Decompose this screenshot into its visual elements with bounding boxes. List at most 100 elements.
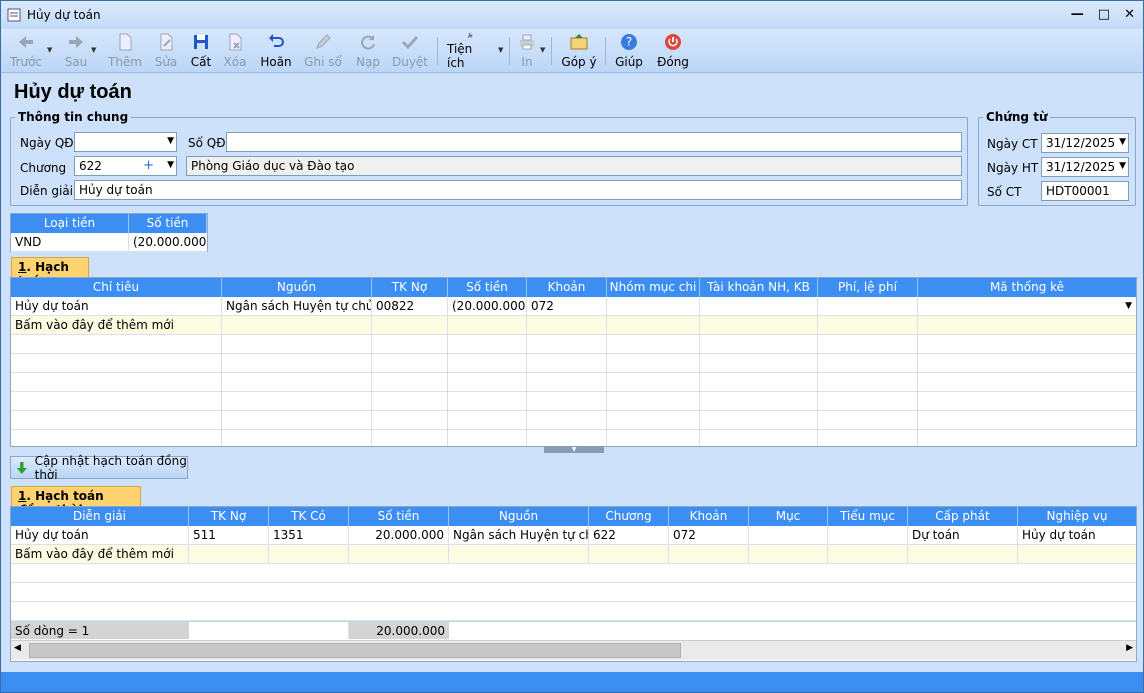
ngay-qd-combo[interactable]: ▼ <box>74 132 177 152</box>
general-info-legend: Thông tin chung <box>18 110 129 124</box>
title-bar: Hủy dự toán — □ ✕ <box>1 1 1143 29</box>
so-ct-field[interactable]: HDT00001 <box>1041 181 1129 201</box>
table-cell[interactable]: Hủy dự toán <box>1018 526 1136 544</box>
header-cell: Chương <box>589 507 669 526</box>
table-cell[interactable] <box>700 297 818 315</box>
so-qd-field[interactable] <box>226 132 962 152</box>
prev-button[interactable]: Trước <box>9 32 43 70</box>
footer-cell <box>189 622 349 639</box>
table-cell[interactable] <box>818 297 918 315</box>
chevron-down-icon[interactable]: ▼ <box>167 136 174 146</box>
table-cell[interactable]: Hủy dự toán <box>11 526 189 544</box>
update-simultaneous-button[interactable]: Cập nhật hạch toán đồng thời <box>10 454 188 482</box>
delete-button[interactable]: Xóa <box>221 32 249 70</box>
table-cell[interactable]: 1351 <box>269 526 349 544</box>
dien-giai-field[interactable]: Hủy dự toán <box>74 180 962 200</box>
footer-cell <box>449 622 1136 639</box>
ngay-ct-picker[interactable]: 31/12/2025 ▼ <box>1041 133 1129 153</box>
undo-button[interactable]: Hoãn <box>259 32 293 70</box>
delete-label: Xóa <box>223 55 247 69</box>
horizontal-scrollbar[interactable]: ◀ ▶ <box>11 640 1136 660</box>
add-row-label[interactable]: Bấm vào đây để thêm mới <box>11 316 222 334</box>
add-row[interactable]: Bấm vào đây để thêm mới <box>11 316 1136 335</box>
table-row[interactable]: Hủy dự toán Ngân sách Huyện tự chủ 00822… <box>11 297 1136 316</box>
utilities-dropdown-icon[interactable]: ▼ <box>498 46 503 54</box>
header-cell: Tài khoản NH, KB <box>700 278 818 297</box>
table-cell[interactable]: VND <box>11 233 129 251</box>
table-row[interactable]: Hủy dự toán 511 1351 20.000.000 Ngân sác… <box>11 526 1136 545</box>
ngay-ht-picker[interactable]: 31/12/2025 ▼ <box>1041 157 1129 177</box>
add-row-label[interactable]: Bấm vào đây để thêm mới <box>11 545 189 563</box>
tab-hach-toan[interactable]: 1. Hạch toán <box>11 257 89 288</box>
page-title: Hủy dự toán <box>14 81 132 103</box>
scroll-right-icon[interactable]: ▶ <box>1126 643 1133 653</box>
table-cell[interactable] <box>749 526 828 544</box>
table-cell[interactable]: Dự toán <box>908 526 1018 544</box>
edit-label: Sửa <box>154 55 178 69</box>
scrollbar-thumb[interactable] <box>29 643 681 658</box>
printer-icon <box>520 34 534 50</box>
header-cell: Khoản <box>527 278 607 297</box>
chuong-combo[interactable]: 622 + ▼ <box>74 156 177 176</box>
next-dropdown-icon[interactable]: ▼ <box>91 46 96 54</box>
table-cell[interactable]: 20.000.000 <box>349 526 449 544</box>
table-cell[interactable]: Hủy dự toán <box>11 297 222 315</box>
table-cell[interactable]: 00822 <box>372 297 448 315</box>
plus-icon[interactable]: + <box>143 158 154 173</box>
close-button[interactable]: Đóng <box>655 32 691 70</box>
table-cell[interactable]: Ngân sách Huyện tự chủ <box>222 297 372 315</box>
table-cell <box>669 545 749 563</box>
ngay-ct-value: 31/12/2025 <box>1046 136 1116 150</box>
table-cell[interactable] <box>828 526 908 544</box>
post-button[interactable]: Ghi sổ <box>303 32 343 70</box>
footer-total: 20.000.000 <box>349 622 449 639</box>
currency-header-cell: Loại tiền <box>11 214 129 233</box>
chevron-down-icon[interactable]: ▼ <box>167 160 174 170</box>
tab-hach-toan-dong-thoi[interactable]: 1. Hạch toán đồng thời <box>11 486 141 517</box>
table-cell[interactable]: 511 <box>189 526 269 544</box>
reload-button[interactable]: Nạp <box>353 32 383 70</box>
table-cell[interactable]: Ngân sách Huyện tự chủ <box>449 526 589 544</box>
scroll-left-icon[interactable]: ◀ <box>14 643 21 653</box>
ma-thong-ke-combo[interactable]: ▼ <box>918 297 1136 315</box>
table-cell[interactable]: 072 <box>527 297 607 315</box>
print-button[interactable]: In <box>515 32 539 70</box>
feedback-icon <box>570 34 588 50</box>
so-ct-label: Số CT <box>987 185 1022 199</box>
table-cell[interactable]: (20.000.000) <box>448 297 527 315</box>
chevron-down-icon[interactable]: ▼ <box>1119 137 1126 147</box>
edit-document-icon <box>160 33 173 51</box>
save-button[interactable]: Cất <box>187 32 215 70</box>
add-row[interactable]: Bấm vào đây để thêm mới <box>11 545 1136 564</box>
header-cell: TK Nợ <box>189 507 269 526</box>
close-icon[interactable]: ✕ <box>1124 7 1135 22</box>
splitter-handle[interactable]: ▼ <box>544 446 604 453</box>
save-label: Cất <box>190 55 212 69</box>
header-cell: Mã thống kê <box>989 280 1065 294</box>
table-cell[interactable]: 072 <box>669 526 749 544</box>
help-button[interactable]: ? Giúp <box>613 32 645 70</box>
window: Hủy dự toán — □ ✕ Trước ▼ Sau ▼ Thêm Sửa… <box>0 0 1144 693</box>
print-dropdown-icon[interactable]: ▼ <box>540 46 545 54</box>
edit-button[interactable]: Sửa <box>151 32 181 70</box>
header-cell: Cấp phát <box>908 507 1018 526</box>
header-cell: Nhóm mục chi <box>607 278 700 297</box>
table-cell[interactable]: (20.000.000) <box>129 233 207 251</box>
next-button[interactable]: Sau <box>61 32 91 70</box>
next-label: Sau <box>64 55 88 69</box>
chevron-down-icon[interactable]: ▼ <box>1125 297 1132 315</box>
table-cell[interactable] <box>607 297 700 315</box>
table-cell <box>918 316 1136 334</box>
maximize-icon[interactable]: □ <box>1098 7 1110 22</box>
chevron-down-icon[interactable]: ▼ <box>1119 161 1126 171</box>
add-button[interactable]: Thêm <box>107 32 143 70</box>
feedback-button[interactable]: Góp ý <box>561 32 597 70</box>
table-cell[interactable]: 622 <box>589 526 669 544</box>
accounting-header: Chỉ tiêu Nguồn TK Nợ Số tiền Khoản Nhóm … <box>11 278 1136 297</box>
prev-dropdown-icon[interactable]: ▼ <box>47 46 52 54</box>
approve-button[interactable]: Duyệt <box>391 32 429 70</box>
table-row[interactable]: VND (20.000.000) <box>11 233 207 252</box>
close-label: Đóng <box>657 55 689 69</box>
utilities-button[interactable]: Tiện ích <box>447 32 493 70</box>
minimize-icon[interactable]: — <box>1071 7 1084 22</box>
